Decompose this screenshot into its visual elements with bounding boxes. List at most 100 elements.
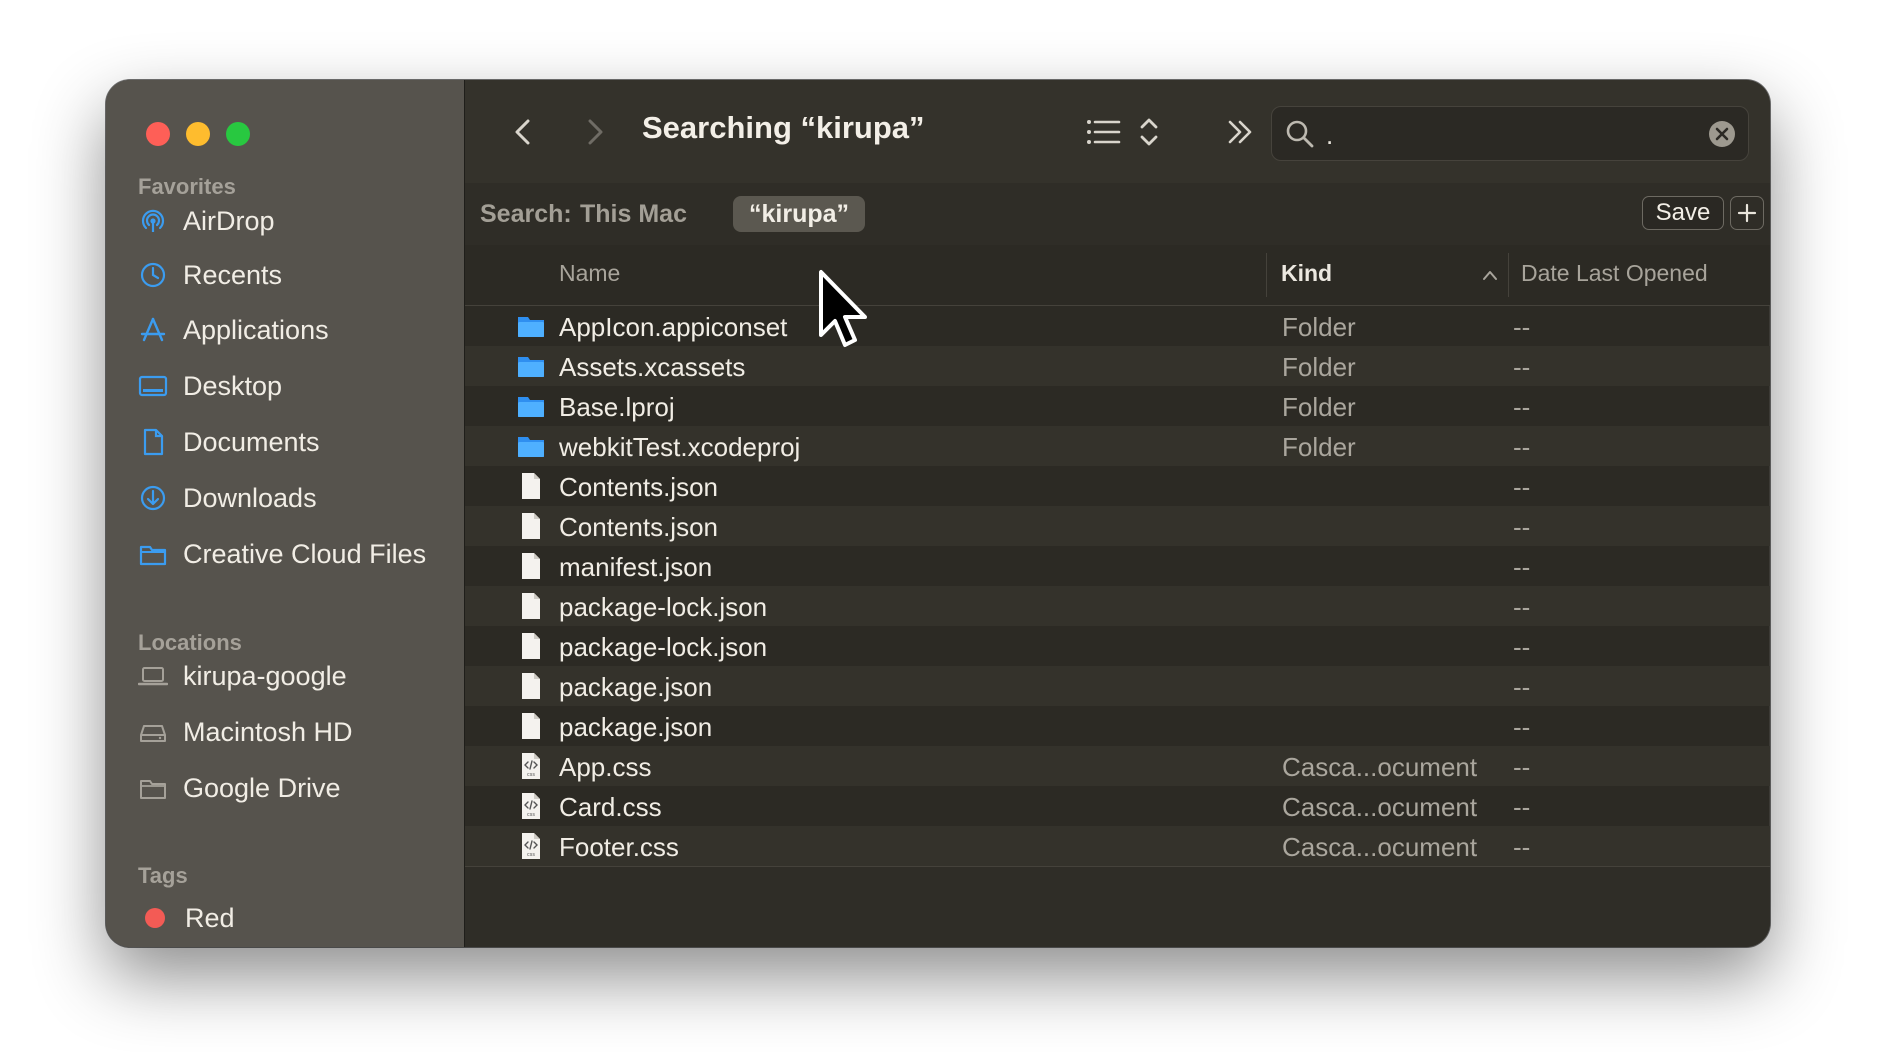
zoom-window-button[interactable]	[226, 122, 250, 146]
red-tag-icon	[145, 908, 165, 928]
css-file-icon: css	[522, 793, 540, 819]
sidebar-item-recents[interactable]: Recents	[138, 255, 282, 295]
file-name: manifest.json	[559, 552, 713, 582]
svg-text:css: css	[527, 772, 535, 778]
sidebar-item-kirupa-google[interactable]: kirupa-google	[138, 656, 347, 696]
sidebar-item-label: Red	[185, 902, 235, 933]
file-kind: Casca...ocument	[1282, 792, 1478, 822]
file-row[interactable]: Base.lproj Folder --	[465, 386, 1770, 426]
sidebar-item-google-drive[interactable]: Google Drive	[138, 768, 341, 808]
view-options-stepper[interactable]	[1129, 112, 1169, 152]
file-date-last-opened: --	[1513, 472, 1531, 502]
section-title-tags: Tags	[138, 863, 188, 888]
search-input[interactable]	[1324, 115, 1698, 155]
sort-ascending-icon	[1483, 271, 1497, 280]
file-date-last-opened: --	[1513, 752, 1531, 782]
add-criteria-button[interactable]	[1730, 196, 1764, 230]
column-date-header[interactable]: Date Last Opened	[1521, 260, 1708, 287]
chevron-left-icon	[515, 119, 530, 145]
file-row[interactable]: package-lock.json --	[465, 586, 1770, 626]
section-title-favorites: Favorites	[138, 174, 236, 199]
file-date-last-opened: --	[1513, 672, 1531, 702]
file-kind: Casca...ocument	[1282, 832, 1478, 862]
file-date-last-opened: --	[1513, 312, 1531, 342]
file-name: Contents.json	[559, 472, 718, 502]
folder-icon	[518, 317, 544, 337]
clear-search-icon[interactable]	[1708, 120, 1736, 148]
file-name: Base.lproj	[559, 392, 675, 422]
sidebar-item-label: Google Drive	[183, 772, 341, 803]
folder-icon	[518, 437, 544, 457]
scope-this-mac-button[interactable]: This Mac	[580, 200, 687, 229]
search-field[interactable]	[1271, 106, 1749, 161]
laptop-icon	[138, 661, 168, 691]
file-kind: Folder	[1282, 432, 1356, 462]
file-row[interactable]: Contents.json --	[465, 506, 1770, 546]
file-kind: Casca...ocument	[1282, 752, 1478, 782]
file-date-last-opened: --	[1513, 792, 1531, 822]
sidebar-item-tag-red[interactable]: Red	[138, 898, 235, 938]
file-row[interactable]: css App.css Casca...ocument --	[465, 746, 1770, 786]
minimize-window-button[interactable]	[186, 122, 210, 146]
document-icon	[522, 473, 540, 499]
double-chevron-right-icon	[1228, 120, 1252, 144]
save-search-button[interactable]: Save	[1642, 196, 1724, 230]
file-row[interactable]: package-lock.json --	[465, 626, 1770, 666]
css-file-icon: css	[522, 833, 540, 859]
file-row[interactable]: Contents.json --	[465, 466, 1770, 506]
airdrop-icon	[138, 206, 168, 236]
file-row[interactable]: AppIcon.appiconset Folder --	[465, 306, 1770, 346]
file-row[interactable]: css Card.css Casca...ocument --	[465, 786, 1770, 826]
close-window-button[interactable]	[146, 122, 170, 146]
sidebar-item-applications[interactable]: Applications	[138, 310, 329, 350]
mouse-pointer-icon	[819, 270, 867, 347]
file-date-last-opened: --	[1513, 352, 1531, 382]
file-name: package.json	[559, 712, 713, 742]
folder-icon	[518, 357, 544, 377]
folder-icon	[138, 539, 168, 569]
sidebar-item-label: kirupa-google	[183, 660, 347, 691]
file-name: webkitTest.xcodeproj	[559, 432, 801, 462]
column-name-header[interactable]: Name	[559, 260, 620, 287]
forward-button[interactable]	[574, 112, 614, 152]
search-icon	[1286, 120, 1314, 148]
file-row[interactable]: css Footer.css Casca...ocument --	[465, 826, 1770, 866]
more-toolbar-button[interactable]	[1220, 112, 1260, 152]
file-name: Card.css	[559, 792, 662, 822]
window-controls	[146, 122, 250, 146]
sidebar-item-label: Desktop	[183, 370, 283, 401]
back-button[interactable]	[504, 112, 544, 152]
sidebar-item-airdrop[interactable]: AirDrop	[138, 201, 275, 241]
sidebar-item-macintosh-hd[interactable]: Macintosh HD	[138, 712, 353, 752]
sidebar-item-documents[interactable]: Documents	[138, 422, 320, 462]
file-date-last-opened: --	[1513, 432, 1531, 462]
column-divider[interactable]	[1266, 253, 1267, 297]
sidebar-item-desktop[interactable]: Desktop	[138, 366, 282, 406]
file-row[interactable]: package.json --	[465, 666, 1770, 706]
sidebar-item-label: Documents	[183, 426, 320, 457]
scope-query-button[interactable]: “kirupa”	[733, 196, 866, 232]
main-pane: Searching “kirupa” Search: This Mac “kir…	[465, 80, 1770, 947]
file-kind: Folder	[1282, 392, 1356, 422]
sidebar-item-downloads[interactable]: Downloads	[138, 478, 317, 518]
file-kind: Folder	[1282, 352, 1356, 382]
file-name: App.css	[559, 752, 652, 782]
plus-icon	[1737, 203, 1757, 223]
file-date-last-opened: --	[1513, 712, 1531, 742]
document-icon	[522, 593, 540, 619]
sidebar-item-creative-cloud-files[interactable]: Creative Cloud Files	[138, 534, 426, 574]
file-list[interactable]: AppIcon.appiconset Folder -- Assets.xcasset…	[465, 306, 1770, 866]
finder-window: Favorites AirDrop Recents Applications D…	[106, 80, 1770, 947]
sidebar-item-label: Macintosh HD	[183, 716, 353, 747]
file-row[interactable]: package.json --	[465, 706, 1770, 746]
file-row[interactable]: Assets.xcassets Folder --	[465, 346, 1770, 386]
status-bar	[465, 866, 1770, 947]
file-row[interactable]: webkitTest.xcodeproj Folder --	[465, 426, 1770, 466]
view-list-button[interactable]	[1083, 112, 1123, 152]
column-divider[interactable]	[1508, 253, 1509, 297]
toolbar: Searching “kirupa”	[465, 80, 1770, 184]
folder-icon	[518, 397, 544, 417]
file-row[interactable]: manifest.json --	[465, 546, 1770, 586]
desktop-icon	[138, 371, 168, 401]
column-kind-header[interactable]: Kind	[1281, 260, 1332, 287]
